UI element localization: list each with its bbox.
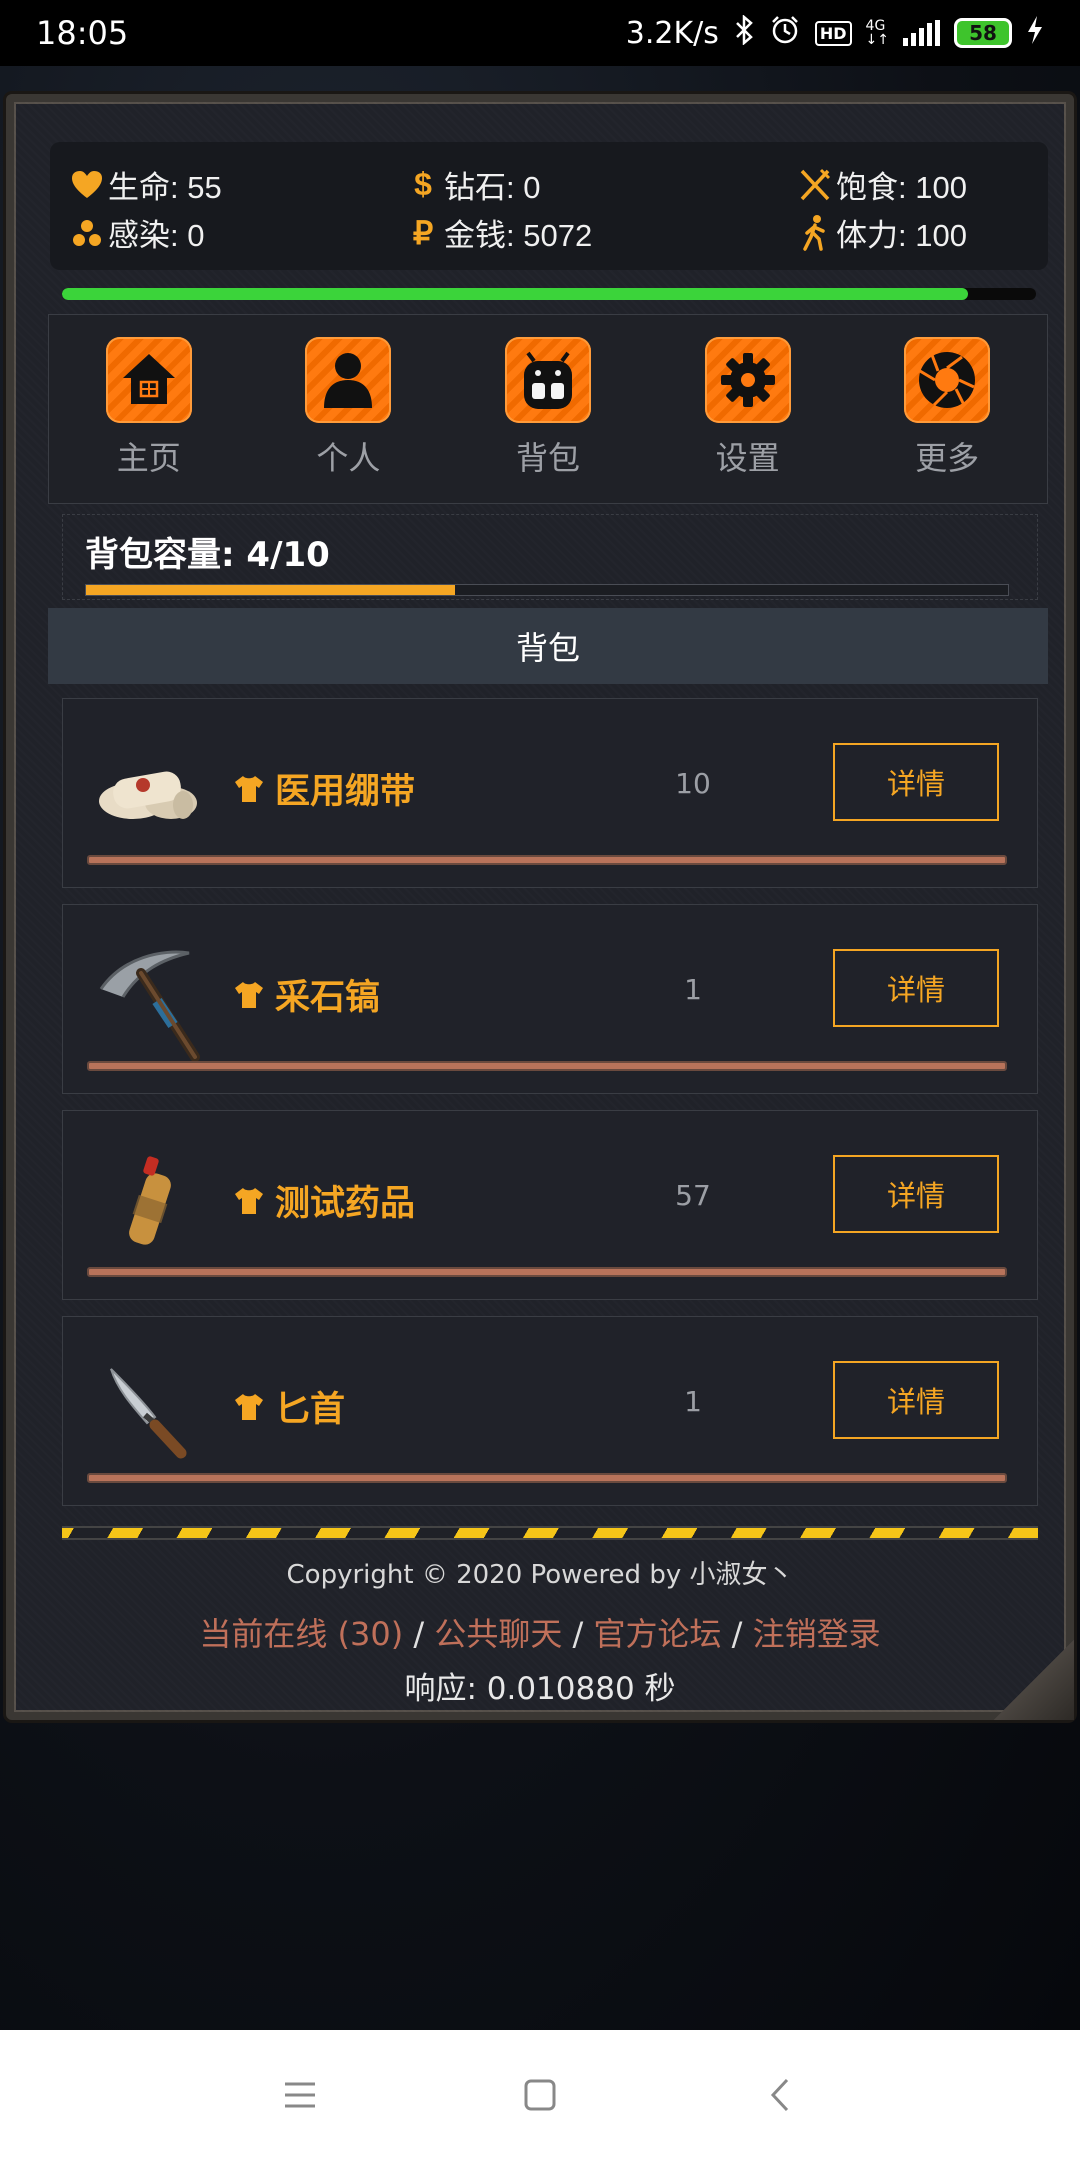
item-name: 匕首 xyxy=(233,1381,345,1432)
backpack-capacity: 背包容量: 4/10 xyxy=(62,514,1038,600)
square-icon xyxy=(524,2079,556,2111)
online-link[interactable]: 当前在线 (30) xyxy=(199,1615,403,1653)
logout-link[interactable]: 注销登录 xyxy=(753,1615,881,1653)
home-icon xyxy=(105,337,192,423)
hazard-stripe xyxy=(62,1526,1038,1540)
utensils-icon xyxy=(798,168,832,202)
list-item: 采石镐 1 详情 xyxy=(62,904,1038,1094)
nav-settings[interactable]: 设置 xyxy=(673,337,823,479)
pickaxe-icon xyxy=(93,945,203,1062)
item-list: 医用绷带 10 详情 采石镐 1 详情 测试药品 57 详情 匕首 1 详情 xyxy=(62,698,1038,1522)
tshirt-icon xyxy=(235,981,263,1008)
item-name: 测试药品 xyxy=(233,1175,415,1226)
hp-bar-fill xyxy=(62,288,968,300)
tshirt-icon xyxy=(235,1187,263,1214)
capacity-bar xyxy=(85,584,1009,596)
stat-diamond: $ 钻石: 0 xyxy=(406,162,540,207)
item-quantity: 1 xyxy=(684,973,702,1006)
detail-button[interactable]: 详情 xyxy=(833,743,999,821)
hd-badge: HD xyxy=(814,20,852,46)
main-nav: 主页 个人 背包 设置 更多 xyxy=(48,314,1048,504)
nav-backpack[interactable]: 背包 xyxy=(473,337,623,479)
detail-button[interactable]: 详情 xyxy=(833,949,999,1027)
item-quantity: 1 xyxy=(684,1385,702,1418)
heart-icon xyxy=(70,168,104,202)
stat-food: 饱食: 100 xyxy=(798,162,967,207)
bluetooth-icon xyxy=(733,14,755,51)
charging-icon xyxy=(1026,15,1044,51)
dollar-icon: $ xyxy=(414,166,432,202)
clock: 18:05 xyxy=(36,14,129,52)
item-divider-bar xyxy=(87,1473,1007,1483)
capacity-bar-fill xyxy=(86,585,455,595)
backpack-icon xyxy=(504,337,591,423)
nav-home[interactable]: 主页 xyxy=(74,337,224,479)
menu-icon xyxy=(285,2082,315,2108)
chat-link[interactable]: 公共聊天 xyxy=(434,1615,562,1653)
detail-button[interactable]: 详情 xyxy=(833,1361,999,1439)
ruble-icon: ₽ xyxy=(412,214,434,251)
status-bar: 18:05 3.2K/s HD 4G ↓↑ 58 xyxy=(0,0,1080,66)
section-title: 背包 xyxy=(48,608,1048,684)
stats-panel: 生命: 55 $ 钻石: 0 饱食: 100 感染: 0 ₽ 金钱: 5072 xyxy=(50,142,1048,270)
footer: Copyright © 2020 Powered by 小淑女丶 当前在线 (3… xyxy=(14,1554,1066,1708)
nav-more[interactable]: 更多 xyxy=(872,337,1022,479)
gear-icon xyxy=(704,337,791,423)
walking-icon xyxy=(798,214,832,251)
item-divider-bar xyxy=(87,855,1007,865)
detail-button[interactable]: 详情 xyxy=(833,1155,999,1233)
item-divider-bar xyxy=(87,1061,1007,1071)
capacity-label: 背包容量: 4/10 xyxy=(85,535,330,575)
dagger-icon xyxy=(93,1357,203,1467)
stat-infection: 感染: 0 xyxy=(70,210,204,255)
list-item: 医用绷带 10 详情 xyxy=(62,698,1038,888)
item-divider-bar xyxy=(87,1267,1007,1277)
biohazard-icon xyxy=(70,216,104,250)
home-button[interactable] xyxy=(510,2065,570,2125)
hp-bar xyxy=(62,288,1036,300)
list-item: 匕首 1 详情 xyxy=(62,1316,1038,1506)
status-icons: 3.2K/s HD 4G ↓↑ 58 xyxy=(626,14,1044,52)
bandage-icon xyxy=(93,739,203,849)
footer-links: 当前在线 (30) / 公共聊天 / 官方论坛 / 注销登录 xyxy=(199,1615,881,1653)
response-time: 响应: 0.010880 秒 xyxy=(404,1671,676,1707)
tshirt-icon xyxy=(235,775,263,802)
back-chevron-icon xyxy=(770,2078,789,2112)
alarm-icon xyxy=(769,14,801,52)
network-type: 4G ↓↑ xyxy=(865,18,889,48)
stat-money: ₽ 金钱: 5072 xyxy=(406,210,592,255)
item-name: 医用绷带 xyxy=(233,763,415,814)
tshirt-icon xyxy=(235,1393,263,1420)
list-item: 测试药品 57 详情 xyxy=(62,1110,1038,1300)
item-name: 采石镐 xyxy=(233,969,380,1020)
back-button[interactable] xyxy=(750,2065,810,2125)
item-quantity: 57 xyxy=(675,1179,711,1212)
person-icon xyxy=(305,337,392,423)
bottle-icon xyxy=(93,1151,203,1261)
nav-profile[interactable]: 个人 xyxy=(273,337,423,479)
net-speed: 3.2K/s xyxy=(625,15,719,51)
game-frame: 生命: 55 $ 钻石: 0 饱食: 100 感染: 0 ₽ 金钱: 5072 xyxy=(6,94,1074,1720)
stat-stamina: 体力: 100 xyxy=(798,210,967,255)
battery-icon: 58 xyxy=(954,18,1012,48)
shutter-icon xyxy=(904,337,991,423)
signal-icon xyxy=(903,20,940,46)
copyright: Copyright © 2020 Powered by 小淑女丶 xyxy=(286,1560,794,1590)
item-quantity: 10 xyxy=(675,767,711,800)
system-nav-bar xyxy=(0,2030,1080,2160)
forum-link[interactable]: 官方论坛 xyxy=(593,1615,721,1653)
stat-hp: 生命: 55 xyxy=(70,162,222,207)
menu-button[interactable] xyxy=(270,2065,330,2125)
